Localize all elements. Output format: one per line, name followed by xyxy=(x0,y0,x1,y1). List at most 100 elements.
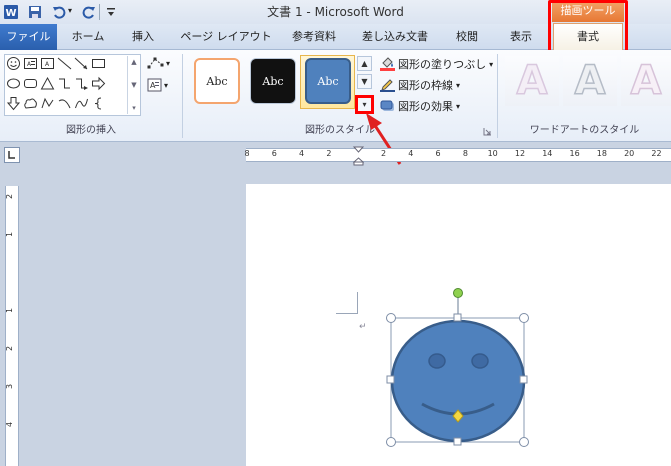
rounded-rectangle-shape-icon[interactable] xyxy=(22,75,39,92)
block-arrow-shape-icon[interactable] xyxy=(90,75,107,92)
smiley-shape-icon[interactable] xyxy=(5,55,22,72)
curve-shape-icon[interactable] xyxy=(73,95,90,112)
shape-style-black-fill[interactable]: Abc xyxy=(250,58,296,104)
rectangle-shape-icon[interactable] xyxy=(90,55,107,72)
ruler-number: 6 xyxy=(435,149,441,158)
shape-style-orange-outline[interactable]: Abc xyxy=(194,58,240,104)
text-box-button[interactable]: A ▾ xyxy=(147,76,175,94)
smiley-face-shape[interactable] xyxy=(382,285,538,455)
redo-icon[interactable] xyxy=(80,3,98,21)
ruler-number: 6 xyxy=(271,149,277,158)
freeform-shape-icon[interactable] xyxy=(39,95,56,112)
cloud-shape-icon[interactable] xyxy=(22,95,39,112)
shape-outline-label: 図形の枠線 xyxy=(398,79,453,92)
dropdown-arrow-icon: ▾ xyxy=(164,80,169,90)
ruler-number: 20 xyxy=(624,149,635,158)
edit-points-icon xyxy=(147,57,164,69)
tab-view[interactable]: 表示 xyxy=(498,24,544,50)
wordart-letter: A xyxy=(574,57,606,105)
paragraph-mark-icon: ↵ xyxy=(359,322,367,332)
tab-insert[interactable]: 挿入 xyxy=(120,24,166,50)
edit-shape-button[interactable]: ▾ xyxy=(147,54,175,72)
tab-file[interactable]: ファイル xyxy=(0,24,57,50)
tab-review[interactable]: 校閲 xyxy=(444,24,490,50)
ruler-number: 18 xyxy=(596,149,607,158)
ruler-number: 1 xyxy=(5,307,15,314)
tab-home[interactable]: ホーム xyxy=(62,24,114,50)
dialog-launcher-icon[interactable] xyxy=(483,126,492,136)
ruler-tab-selector[interactable] xyxy=(4,147,20,163)
ruler-number: 10 xyxy=(487,149,498,158)
shape-style-blue-fill[interactable]: Abc xyxy=(305,58,351,104)
ruler-number: 4 xyxy=(299,149,305,158)
tab-references[interactable]: 参考資料 xyxy=(282,24,346,50)
margin-corner-marker xyxy=(336,292,358,314)
ruler-number: 12 xyxy=(514,149,526,158)
placeholder-cell xyxy=(107,55,124,72)
shape-fill-button[interactable]: 図形の塗りつぶし ▾ xyxy=(380,55,493,73)
dropdown-arrow-icon: ▾ xyxy=(489,59,494,69)
vertical-textbox-shape-icon[interactable]: A xyxy=(39,55,56,72)
placeholder-cell xyxy=(107,75,124,92)
style-gallery-scroll-up[interactable]: ▲ xyxy=(357,56,372,71)
svg-text:A: A xyxy=(45,61,50,68)
more-icon[interactable]: ▾ xyxy=(132,104,136,112)
arc-shape-icon[interactable] xyxy=(56,95,73,112)
line-shape-icon[interactable] xyxy=(56,55,73,72)
wordart-style-2[interactable]: A xyxy=(563,56,617,106)
elbow-connector-shape-icon[interactable] xyxy=(56,75,73,92)
undo-icon[interactable] xyxy=(50,3,68,21)
paint-bucket-icon xyxy=(380,57,395,71)
ruler-number: 16 xyxy=(569,149,580,158)
brace-shape-icon[interactable] xyxy=(90,95,107,112)
elbow-arrow-connector-shape-icon[interactable] xyxy=(73,75,90,92)
placeholder-cell xyxy=(107,95,124,112)
ruler-number: 8 xyxy=(462,149,468,158)
group-label-wordart-styles: ワードアートのスタイル xyxy=(529,125,640,136)
down-arrow-shape-icon[interactable] xyxy=(5,95,22,112)
format-tab-highlight xyxy=(548,0,628,54)
scroll-down-icon[interactable]: ▼ xyxy=(131,81,136,89)
save-icon[interactable] xyxy=(26,3,44,21)
ruler-number: 4 xyxy=(5,421,15,428)
ruler-number: 2 xyxy=(5,193,15,200)
dropdown-arrow-icon: ▾ xyxy=(456,80,461,90)
wordart-letter: A xyxy=(516,57,548,105)
ruler-number: 14 xyxy=(542,149,553,158)
qat-separator xyxy=(99,4,100,20)
ruler-number: 8 xyxy=(244,149,250,158)
ruler-number: 22 xyxy=(651,149,662,158)
ruler-number: 2 xyxy=(5,345,15,352)
indent-marker-icon[interactable] xyxy=(352,146,365,166)
dropdown-arrow-icon: ▾ xyxy=(166,58,171,68)
oval-shape-icon[interactable] xyxy=(5,75,22,92)
ruler-number: 4 xyxy=(408,149,414,158)
textbox-shape-icon[interactable]: A xyxy=(22,55,39,72)
ruler-number: 1 xyxy=(5,231,15,238)
wordart-style-1[interactable]: A xyxy=(505,56,559,106)
wordart-style-3[interactable]: A xyxy=(621,56,671,106)
text-box-icon: A xyxy=(147,78,162,92)
customize-icon[interactable] xyxy=(102,3,120,21)
shape-fill-label: 図形の塗りつぶし xyxy=(398,58,487,71)
tab-mailings[interactable]: 差し込み文書 xyxy=(350,24,440,50)
pencil-icon xyxy=(380,78,395,92)
ruler-number: 2 xyxy=(326,149,332,158)
ruler-number: 3 xyxy=(5,383,15,390)
scroll-up-icon[interactable]: ▲ xyxy=(131,58,136,66)
word-app-icon[interactable]: W xyxy=(2,3,20,21)
triangle-shape-icon[interactable] xyxy=(39,75,56,92)
group-label-insert-shapes: 図形の挿入 xyxy=(66,125,116,136)
shape-outline-button[interactable]: 図形の枠線 ▾ xyxy=(380,76,460,94)
wordart-letter: A xyxy=(630,57,662,105)
tab-page-layout[interactable]: ページ レイアウト xyxy=(172,24,280,50)
undo-dropdown-icon[interactable]: ▾ xyxy=(68,6,72,15)
shapes-gallery-scroll[interactable]: ▲ ▼ ▾ xyxy=(127,56,140,114)
shapes-grid: A A xyxy=(5,55,123,115)
group-label-shape-styles: 図形のスタイル xyxy=(305,125,375,136)
style-gallery-scroll-down[interactable]: ▼ xyxy=(357,74,372,89)
svg-text:W: W xyxy=(5,8,16,19)
dropdown-arrow-icon: ▾ xyxy=(456,101,461,111)
ruler-number: 2 xyxy=(380,149,387,158)
arrow-line-shape-icon[interactable] xyxy=(73,55,90,72)
